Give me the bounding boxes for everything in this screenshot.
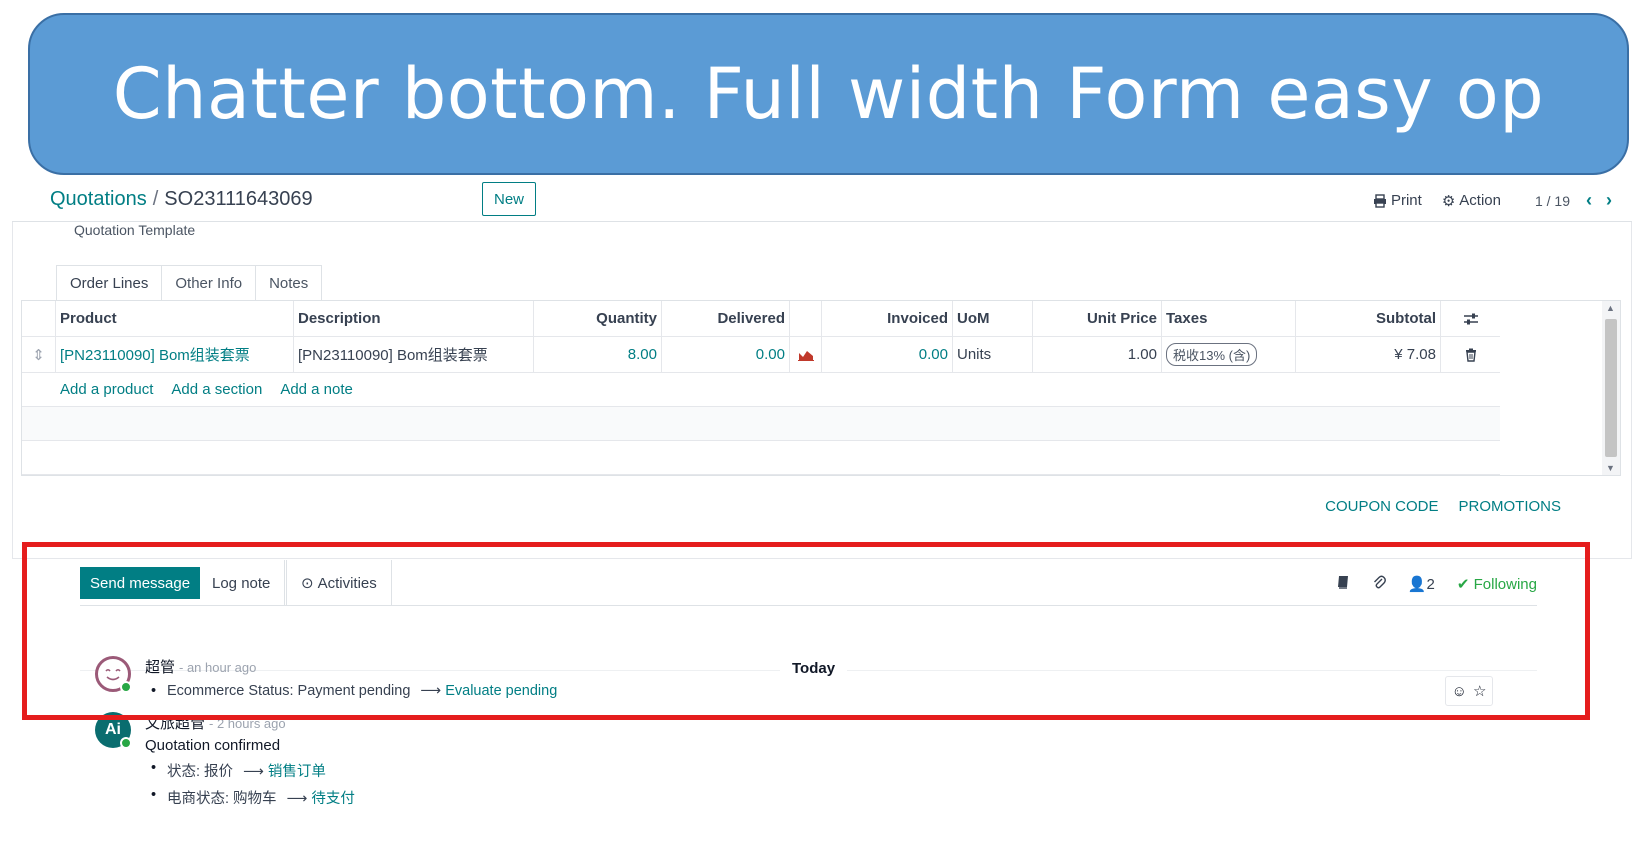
header-forecast-cell [790,301,822,336]
tax-tag[interactable]: 税收13% (含) [1166,343,1258,366]
add-section-link[interactable]: Add a section [171,381,262,398]
row-description[interactable]: [PN23110090] Bom组装套票 [294,337,534,372]
add-links-row: Add a product Add a section Add a note [22,373,1500,407]
new-button[interactable]: New [482,182,536,216]
row-delivered[interactable]: 0.00 [662,337,790,372]
row-invoiced[interactable]: 0.00 [822,337,953,372]
gear-icon: ⚙ [1441,192,1456,210]
title-banner: Chatter bottom. Full width Form easy op [28,13,1629,175]
form-sheet: Quotation Template Order Lines Other Inf… [12,222,1632,558]
notebook-tabs: Order Lines Other Info Notes [56,265,323,301]
control-panel: Quotations / SO23111643069 New Print ⚙ Act… [12,180,1632,222]
forecast-chart-icon[interactable] [790,337,822,372]
breadcrumb-separator: / [152,188,159,210]
sliders-icon [1463,313,1478,324]
header-delivered[interactable]: Delivered [662,301,790,336]
header-unit-price[interactable]: Unit Price [1033,301,1162,336]
print-icon [1373,193,1386,208]
tab-other-info[interactable]: Other Info [162,265,257,301]
header-uom[interactable]: UoM [953,301,1033,336]
add-note-link[interactable]: Add a note [280,381,353,398]
header-handle-cell [22,301,56,336]
header-description[interactable]: Description [294,301,534,336]
row-unit-price[interactable]: 1.00 [1033,337,1162,372]
breadcrumb: Quotations / SO23111643069 [50,188,313,211]
row-uom[interactable]: Units [953,337,1033,372]
row-taxes[interactable]: 税收13% (含) [1162,337,1296,372]
drag-handle-icon[interactable]: ⇕ [22,337,56,372]
scroll-up-icon[interactable]: ▲ [1606,303,1615,313]
online-status-icon [120,737,132,749]
table-scrollbar[interactable]: ▲ ▼ [1602,301,1620,475]
quotation-template-label: Quotation Template [74,222,196,238]
row-product[interactable]: [PN23110090] Bom组装套票 [56,337,294,372]
pager-value[interactable]: 1 / 19 [1535,193,1570,209]
tracking-value: 状态: 报价 ⟶销售订单 [145,760,745,781]
promo-actions: COUPON CODE PROMOTIONS [1325,498,1561,515]
print-button[interactable]: Print [1373,192,1422,209]
action-label: Action [1459,192,1501,209]
message-text: Quotation confirmed [145,737,281,754]
header-taxes[interactable]: Taxes [1162,301,1296,336]
table-header: Product Description Quantity Delivered I… [22,301,1500,337]
row-subtotal: ¥ 7.08 [1296,337,1441,372]
chevron-left-icon[interactable]: ‹ [1586,190,1592,211]
promotions-button[interactable]: PROMOTIONS [1458,498,1561,515]
tab-notes[interactable]: Notes [256,265,323,301]
message-body: 文旅超管- 2 hours ago Quotation confirmed 状态… [145,712,745,808]
action-button[interactable]: ⚙ Action [1442,192,1501,210]
coupon-code-button[interactable]: COUPON CODE [1325,498,1438,515]
add-links: Add a product Add a section Add a note [22,373,353,406]
empty-row [22,441,1500,475]
control-actions: Print ⚙ Action 1 / 19 ‹ › [1373,190,1612,211]
delete-icon [1465,348,1476,362]
tracking-new-value: 待支付 [311,791,355,807]
tracking-field: 状态: 报价 [167,764,234,780]
arrow-right-icon: ⟶ [243,764,264,780]
banner-title: Chatter bottom. Full width Form easy op [112,53,1545,135]
header-product[interactable]: Product [56,301,294,336]
table-row[interactable]: ⇕ [PN23110090] Bom组装套票 [PN23110090] Bom组… [22,337,1500,373]
chatter-highlight-box [22,542,1590,720]
tracking-new-value: 销售订单 [267,764,326,780]
optional-columns-icon[interactable] [1441,301,1500,336]
scroll-thumb[interactable] [1605,319,1617,457]
header-invoiced[interactable]: Invoiced [822,301,953,336]
header-quantity[interactable]: Quantity [534,301,662,336]
tracking-field: 电商状态: 购物车 [167,791,277,807]
breadcrumb-current: SO23111643069 [164,188,313,210]
header-subtotal[interactable]: Subtotal [1296,301,1441,336]
row-quantity[interactable]: 8.00 [534,337,662,372]
trash-icon[interactable] [1441,337,1500,372]
arrow-right-icon: ⟶ [286,791,308,807]
area-chart-icon [797,350,814,361]
print-label: Print [1390,192,1422,209]
pager-nav: ‹ › [1586,190,1612,211]
empty-row [22,407,1500,441]
breadcrumb-quotations-link[interactable]: Quotations [50,188,147,210]
tracking-value: 电商状态: 购物车 ⟶待支付 [145,787,745,808]
add-product-link[interactable]: Add a product [60,381,153,398]
order-lines-table: Product Description Quantity Delivered I… [21,300,1621,476]
tab-order-lines[interactable]: Order Lines [56,265,163,301]
scroll-down-icon[interactable]: ▼ [1606,463,1615,473]
chevron-right-icon[interactable]: › [1606,190,1612,211]
